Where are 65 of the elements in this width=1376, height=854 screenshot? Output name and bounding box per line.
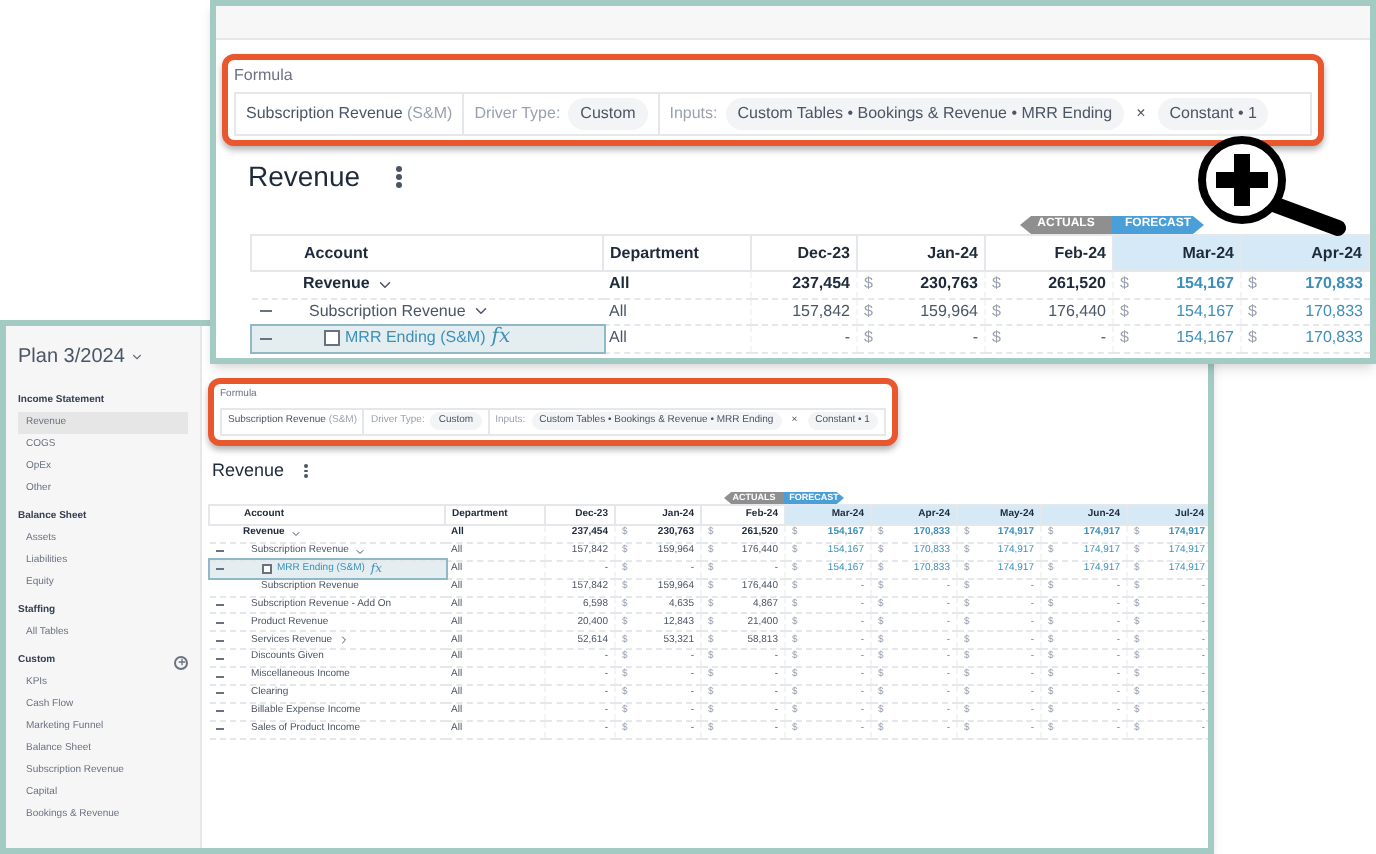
department-cell: All (603, 271, 751, 298)
column-header: Mar-24 (1113, 235, 1241, 271)
value-cell: 170,833 (1305, 272, 1363, 297)
driver-type-chip[interactable]: Custom (568, 98, 648, 130)
row-checkbox[interactable] (261, 564, 271, 575)
currency-sign: $ (864, 299, 873, 324)
department-cell: All (603, 325, 751, 352)
value-cell: 154,167 (1176, 299, 1234, 324)
column-header: Account (251, 235, 603, 271)
table-title: Revenue (212, 457, 285, 483)
value-cell: 170,833 (1305, 299, 1363, 324)
account-name: Revenue (303, 272, 370, 297)
value-cell: 237,454 (792, 272, 850, 297)
plan-title[interactable]: Plan 3/2024 (18, 342, 125, 372)
account-name: Subscription Revenue (S&M) (246, 102, 453, 126)
value-cell: 154,167 (1176, 326, 1234, 351)
column-header: Department (603, 235, 751, 271)
currency-sign: $ (864, 272, 873, 297)
value-cell: 230,763 (920, 272, 978, 297)
value-cell: 154,167 (1176, 272, 1234, 297)
currency-sign: $ (1120, 326, 1129, 351)
column-header: Feb-24 (985, 235, 1113, 271)
currency-sign: $ (992, 326, 1001, 351)
drag-handle-icon[interactable] (215, 621, 223, 624)
currency-sign: $ (864, 326, 873, 351)
driver-type-label: Driver Type: (474, 102, 561, 126)
currency-sign: $ (1248, 326, 1257, 351)
drag-handle-icon[interactable] (215, 639, 223, 642)
account-name: MRR Ending (S&M) (345, 326, 486, 351)
currency-sign: $ (1120, 299, 1129, 324)
table-title: Revenue (248, 158, 361, 196)
value-cell: - (1100, 326, 1106, 351)
department-cell: All (603, 298, 751, 325)
column-header: Apr-24 (1241, 235, 1369, 271)
currency-sign: $ (1120, 272, 1129, 297)
value-cell: - (972, 326, 978, 351)
account-name: Subscription Revenue (309, 299, 466, 324)
drag-handle-icon[interactable] (215, 728, 223, 731)
drag-handle-icon[interactable] (215, 604, 223, 606)
drag-handle-icon[interactable] (259, 337, 271, 340)
formula-mark: fx (491, 328, 511, 349)
formula-label: Formula (234, 64, 295, 88)
constant-chip[interactable]: Constant • 1 (1157, 98, 1269, 130)
remove-button[interactable]: × (1132, 102, 1150, 126)
currency-sign: $ (992, 299, 1001, 324)
currency-sign: $ (992, 272, 1001, 297)
value-cell: 176,440 (1048, 299, 1106, 324)
chevron-down-icon[interactable] (130, 350, 145, 364)
value-cell: 261,520 (1048, 272, 1106, 297)
row-checkbox[interactable] (323, 330, 339, 347)
value-cell: 157,842 (792, 299, 850, 324)
column-header: Dec-23 (751, 235, 857, 271)
currency-sign: $ (1248, 272, 1257, 297)
value-cell: - (844, 326, 850, 351)
value-cell: 159,964 (920, 299, 978, 324)
currency-sign: $ (1248, 299, 1257, 324)
inputs-label: Inputs: (669, 102, 718, 126)
drag-handle-icon[interactable] (215, 568, 223, 571)
more-icon[interactable] (396, 166, 402, 188)
value-cell: 170,833 (1305, 326, 1363, 351)
input-chip[interactable]: Custom Tables • Bookings & Revenue • MRR Ending (725, 98, 1125, 130)
drag-handle-icon[interactable] (259, 310, 271, 313)
add-icon[interactable] (174, 655, 188, 669)
column-header: Jan-24 (857, 235, 985, 271)
account-cell[interactable]: Revenue (251, 271, 603, 298)
